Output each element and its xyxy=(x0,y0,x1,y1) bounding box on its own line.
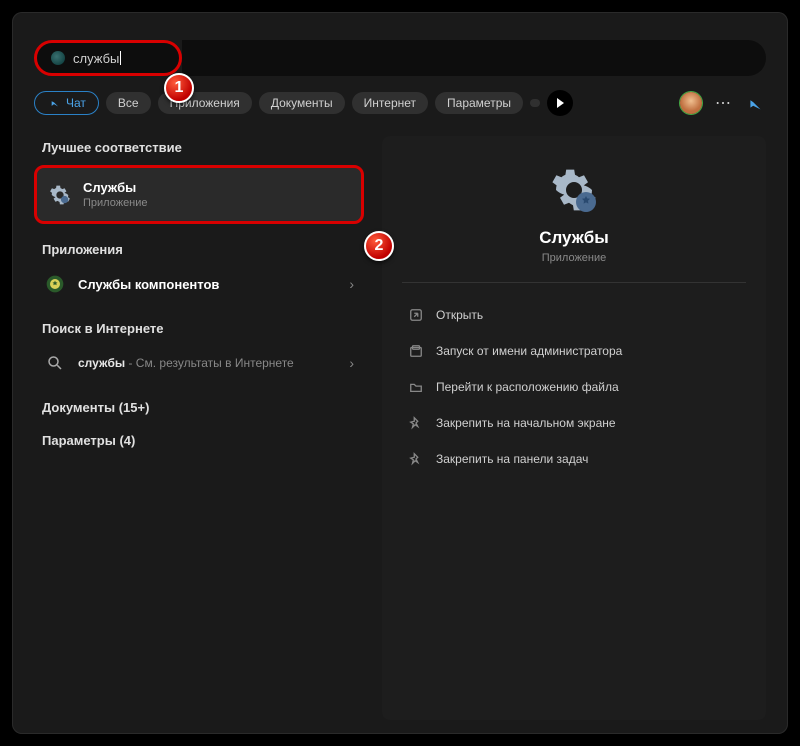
action-pin-to-start[interactable]: Закрепить на начальном экране xyxy=(402,407,746,439)
search-input[interactable]: службы xyxy=(73,51,119,66)
chip-all[interactable]: Все xyxy=(106,92,151,114)
pin-icon xyxy=(408,451,424,467)
callout-badge-1: 1 xyxy=(164,73,194,103)
bing-chat-icon xyxy=(47,96,61,110)
pin-icon xyxy=(408,415,424,431)
search-app-icon xyxy=(51,51,65,65)
chevron-right-icon: › xyxy=(349,355,354,371)
best-match-header: Лучшее соответствие xyxy=(42,140,364,155)
preview-panel: Службы Приложение Открыть Запуск от имен… xyxy=(382,136,766,720)
action-open-file-location[interactable]: Перейти к расположению файла xyxy=(402,371,746,403)
documents-header[interactable]: Документы (15+) xyxy=(42,400,364,415)
chip-more-cut[interactable] xyxy=(530,99,540,107)
search-icon xyxy=(44,352,66,374)
preview-subtitle: Приложение xyxy=(542,252,607,264)
action-pin-to-taskbar[interactable]: Закрепить на панели задач xyxy=(402,443,746,475)
app-result-component-services[interactable]: Службы компонентов › xyxy=(34,265,364,303)
action-run-as-admin[interactable]: Запуск от имени администратора xyxy=(402,335,746,367)
preview-title: Службы xyxy=(539,228,609,248)
bing-icon[interactable] xyxy=(744,92,766,114)
scroll-right-button[interactable] xyxy=(547,90,573,116)
web-result-text: службы - См. результаты в Интернете xyxy=(78,356,337,370)
filter-chips: Чат Все Приложения Документы Интернет Па… xyxy=(34,90,766,116)
folder-icon xyxy=(408,379,424,395)
web-result[interactable]: службы - См. результаты в Интернете › xyxy=(34,344,364,382)
chip-internet[interactable]: Интернет xyxy=(352,92,428,114)
best-match-result[interactable]: Службы Приложение xyxy=(34,165,364,224)
preview-gear-icon xyxy=(550,166,598,214)
user-avatar[interactable] xyxy=(680,92,702,114)
chip-documents[interactable]: Документы xyxy=(259,92,345,114)
component-services-icon xyxy=(44,273,66,295)
callout-badge-2: 2 xyxy=(364,231,394,261)
best-match-subtitle: Приложение xyxy=(83,197,349,209)
parameters-header[interactable]: Параметры (4) xyxy=(42,433,364,448)
app-result-title: Службы компонентов xyxy=(78,277,337,292)
shield-icon xyxy=(408,343,424,359)
action-open[interactable]: Открыть xyxy=(402,299,746,331)
chevron-right-icon: › xyxy=(349,276,354,292)
results-panel: Лучшее соответствие Службы Приложение Пр… xyxy=(34,136,364,720)
chip-chat[interactable]: Чат xyxy=(34,91,99,115)
more-options-button[interactable]: ⋯ xyxy=(709,93,737,113)
chip-settings[interactable]: Параметры xyxy=(435,92,523,114)
search-bar[interactable]: службы xyxy=(34,40,766,76)
web-search-header: Поиск в Интернете xyxy=(42,321,364,336)
gear-icon xyxy=(49,184,71,206)
best-match-title: Службы xyxy=(83,180,349,195)
apps-header: Приложения xyxy=(42,242,364,257)
open-icon xyxy=(408,307,424,323)
